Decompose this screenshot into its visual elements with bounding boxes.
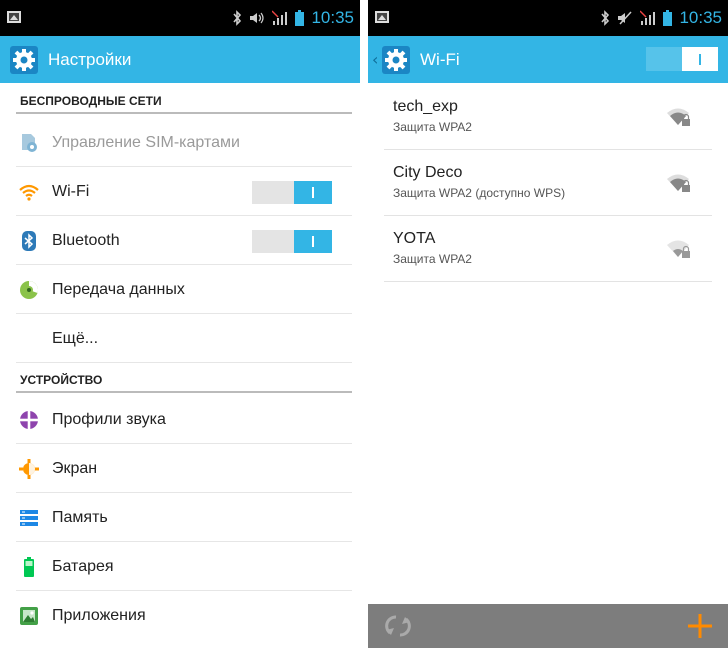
clock: 10:35	[311, 8, 354, 27]
settings-item-sim[interactable]: Управление SIM-картами	[0, 118, 360, 167]
wifi-signal-lock-icon	[667, 174, 690, 192]
data-usage-icon	[18, 279, 40, 301]
settings-item-label: Профили звука	[52, 410, 166, 428]
wifi-master-toggle[interactable]	[646, 47, 718, 71]
display-icon	[18, 458, 40, 480]
gear-icon[interactable]	[380, 44, 412, 76]
settings-item-battery[interactable]: Батарея	[0, 542, 360, 591]
battery-status-icon	[663, 10, 673, 26]
network-name: City Deco	[393, 164, 463, 181]
bluetooth-icon	[18, 230, 40, 252]
settings-item-apps[interactable]: Приложения	[0, 591, 360, 640]
network-security: Защита WPA2	[393, 252, 472, 266]
network-security: Защита WPA2 (доступно WPS)	[393, 186, 566, 200]
settings-item-label: Память	[52, 508, 108, 526]
up-arrow-icon[interactable]: ‹	[372, 50, 378, 69]
network-security: Защита WPA2	[393, 120, 472, 134]
settings-screen: 10:35 Настройки БЕСПРОВОДНЫЕ СЕТИ Управл…	[0, 0, 360, 648]
sim-card-icon	[18, 132, 40, 154]
network-name: YOTA	[393, 230, 436, 247]
wifi-bottom-bar	[368, 604, 728, 648]
wifi-network-row[interactable]: City Deco Защита WPA2 (доступно WPS)	[368, 150, 728, 216]
section-header-device: УСТРОЙСТВО	[0, 363, 360, 393]
status-icons: 10:35	[232, 0, 360, 36]
battery-status-icon	[295, 10, 305, 26]
settings-item-sound[interactable]: Профили звука	[0, 395, 360, 444]
section-header-wireless: БЕСПРОВОДНЫЕ СЕТИ	[0, 84, 360, 114]
gallery-notification-icon	[375, 11, 389, 23]
toggle-knob	[294, 230, 332, 253]
settings-item-label: Wi-Fi	[52, 182, 90, 200]
status-bar: 10:35	[0, 0, 360, 36]
refresh-icon[interactable]	[384, 613, 412, 639]
settings-action-bar: Настройки	[0, 36, 360, 83]
toggle-knob	[294, 181, 332, 204]
status-bar: 10:35	[368, 0, 728, 36]
bluetooth-status-icon	[600, 10, 610, 26]
settings-item-label: Передача данных	[52, 280, 185, 298]
apps-icon	[18, 605, 40, 627]
add-icon[interactable]	[686, 612, 714, 640]
gallery-notification-icon	[7, 11, 21, 23]
settings-item-label: Bluetooth	[52, 231, 120, 249]
bluetooth-toggle[interactable]	[252, 230, 332, 253]
settings-item-label: Батарея	[52, 557, 114, 575]
wifi-network-row[interactable]: tech_exp Защита WPA2	[368, 84, 728, 150]
volume-status-icon	[249, 11, 265, 25]
toggle-knob	[682, 47, 718, 71]
wifi-icon	[18, 181, 40, 203]
battery-icon	[18, 556, 40, 578]
settings-item-more[interactable]: Ещё...	[0, 314, 360, 363]
wifi-action-bar: ‹ Wi-Fi	[368, 36, 728, 83]
wifi-screen: 10:35 ‹ Wi-Fi tech_exp Защита WPA2 City …	[368, 0, 728, 648]
storage-icon	[18, 507, 40, 529]
wifi-signal-lock-icon	[667, 108, 690, 126]
gear-icon[interactable]	[8, 44, 40, 76]
settings-item-bluetooth[interactable]: Bluetooth	[0, 216, 360, 265]
mute-status-icon	[617, 11, 633, 25]
wifi-toggle[interactable]	[252, 181, 332, 204]
page-title: Wi-Fi	[420, 49, 460, 69]
bluetooth-status-icon	[232, 10, 242, 26]
settings-item-screen[interactable]: Экран	[0, 444, 360, 493]
settings-item-label: Приложения	[52, 606, 146, 624]
wifi-signal-lock-icon	[667, 240, 690, 258]
settings-item-data[interactable]: Передача данных	[0, 265, 360, 314]
network-name: tech_exp	[393, 98, 458, 115]
clock: 10:35	[679, 8, 722, 27]
settings-item-label: Управление SIM-картами	[52, 133, 240, 151]
wifi-network-row[interactable]: YOTA Защита WPA2	[368, 216, 728, 282]
sound-profile-icon	[18, 409, 40, 431]
settings-item-label: Ещё...	[52, 329, 99, 347]
settings-item-wifi[interactable]: Wi-Fi	[0, 167, 360, 216]
signal-status-icon	[272, 10, 288, 26]
settings-item-label: Экран	[52, 459, 98, 477]
signal-status-icon	[640, 10, 656, 26]
page-title: Настройки	[48, 49, 132, 69]
settings-item-memory[interactable]: Память	[0, 493, 360, 542]
status-icons: 10:35	[600, 0, 728, 36]
